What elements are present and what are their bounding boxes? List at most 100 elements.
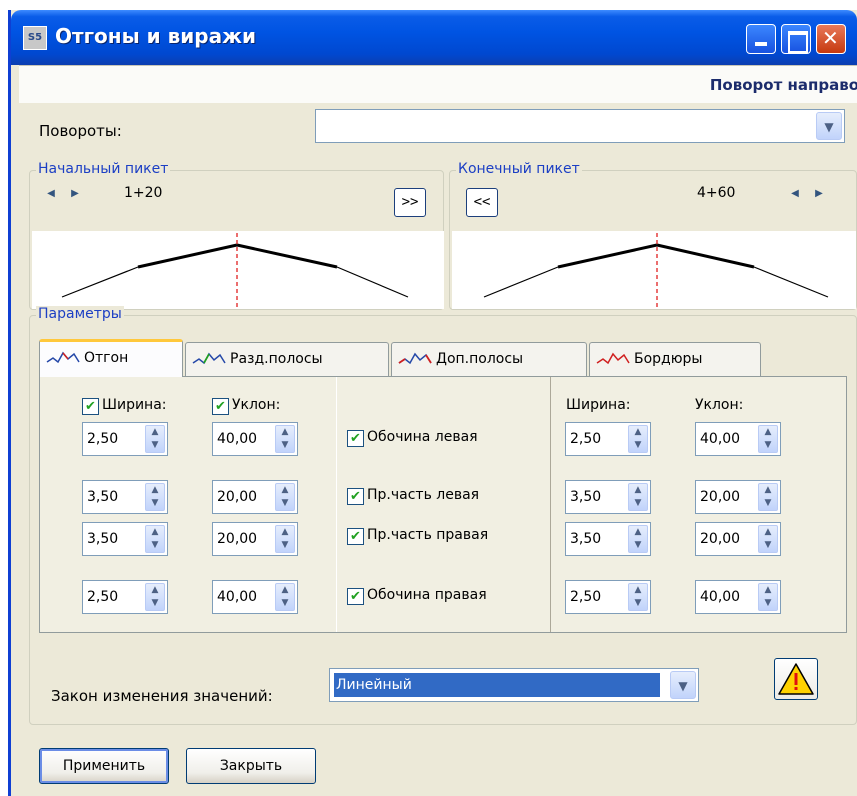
tab-label: Отгон	[84, 350, 129, 366]
updown-icon[interactable]: ▲ ▼	[275, 425, 295, 453]
left-width-field-2[interactable]: 3,50 ▲ ▼	[82, 480, 168, 514]
warning-button[interactable]	[774, 658, 818, 700]
right-shoulder-label: Обочина правая	[367, 587, 487, 603]
divider-strip-icon	[192, 352, 226, 365]
chevron-down-icon[interactable]: ▼	[816, 112, 842, 140]
updown-icon[interactable]: ▲ ▼	[628, 525, 648, 553]
jump-forward-button[interactable]: >>	[394, 188, 426, 217]
extra-lanes-icon	[398, 352, 432, 365]
updown-icon[interactable]: ▲ ▼	[758, 425, 778, 453]
arrow-right-icon[interactable]: ▶	[808, 183, 830, 205]
right-width-field-1[interactable]: 2,50 ▲ ▼	[565, 422, 651, 456]
left-shoulder-checkbox[interactable]: ✔	[347, 430, 364, 447]
slope-checkbox[interactable]: ✔	[212, 398, 229, 415]
close-button[interactable]: Закрыть	[186, 748, 316, 784]
updown-icon[interactable]: ▲ ▼	[758, 525, 778, 553]
tab-otgon[interactable]: Отгон	[39, 339, 183, 377]
left-slope-field-3[interactable]: 20,00 ▲ ▼	[212, 522, 298, 556]
tab-extra-lanes[interactable]: Доп.полосы	[391, 342, 587, 376]
updown-icon[interactable]: ▲ ▼	[145, 525, 165, 553]
elements-column: ✔ Обочина левая ✔ Пр.часть левая ✔ Пр.ча…	[337, 377, 550, 632]
end-picket-stepper[interactable]: ◀ ▶	[780, 183, 842, 207]
field-value: 3,50	[87, 531, 119, 547]
field-value: 2,50	[87, 589, 119, 605]
tab-label: Разд.полосы	[230, 351, 323, 367]
dialog-body: Поворот направо Повороты: ▼ Начальный пи…	[11, 65, 857, 796]
warning-icon	[778, 663, 814, 695]
arrow-right-icon[interactable]: ▶	[64, 183, 86, 205]
close-window-button[interactable]	[816, 24, 846, 54]
law-dropdown[interactable]: Линейный ▼	[329, 668, 699, 702]
left-carriageway-checkbox[interactable]: ✔	[347, 488, 364, 505]
updown-icon[interactable]: ▲ ▼	[758, 583, 778, 611]
updown-icon[interactable]: ▲ ▼	[628, 425, 648, 453]
start-picket-stepper[interactable]: ◀ ▶	[36, 183, 98, 207]
end-cross-profile	[452, 231, 856, 309]
tab-label: Доп.полосы	[436, 351, 524, 367]
field-value: 40,00	[700, 589, 741, 605]
field-value: 40,00	[217, 431, 258, 447]
right-slope-field-2[interactable]: 20,00 ▲ ▼	[695, 480, 781, 514]
arrow-left-icon[interactable]: ◀	[40, 183, 62, 205]
right-width-field-3[interactable]: 3,50 ▲ ▼	[565, 522, 651, 556]
end-picket-value: 4+60	[697, 185, 736, 201]
right-slope-field-1[interactable]: 40,00 ▲ ▼	[695, 422, 781, 456]
left-slope-field-1[interactable]: 40,00 ▲ ▼	[212, 422, 298, 456]
header-strip: Поворот направо	[19, 65, 857, 103]
left-slope-field-4[interactable]: 40,00 ▲ ▼	[212, 580, 298, 614]
curbs-icon	[596, 352, 630, 365]
field-value: 40,00	[700, 431, 741, 447]
jump-back-button[interactable]: <<	[466, 188, 498, 217]
field-value: 40,00	[217, 589, 258, 605]
left-slope-field-2[interactable]: 20,00 ▲ ▼	[212, 480, 298, 514]
right-slope-field-3[interactable]: 20,00 ▲ ▼	[695, 522, 781, 556]
updown-icon[interactable]: ▲ ▼	[628, 583, 648, 611]
right-shoulder-checkbox[interactable]: ✔	[347, 588, 364, 605]
slope-label: Уклон:	[695, 397, 744, 413]
maximize-button[interactable]	[781, 24, 811, 54]
left-shoulder-label: Обочина левая	[367, 429, 478, 445]
start-cross-profile	[32, 231, 444, 309]
updown-icon[interactable]: ▲ ▼	[145, 425, 165, 453]
start-picket-value: 1+20	[124, 185, 163, 201]
end-picket-group: Конечный пикет << 4+60 ◀ ▶	[449, 161, 857, 310]
arrow-left-icon[interactable]: ◀	[784, 183, 806, 205]
window-title: Отгоны и виражи	[55, 24, 257, 48]
tab-curbs[interactable]: Бордюры	[589, 342, 761, 376]
field-value: 20,00	[217, 531, 258, 547]
updown-icon[interactable]: ▲ ▼	[275, 483, 295, 511]
left-width-field-3[interactable]: 3,50 ▲ ▼	[82, 522, 168, 556]
updown-icon[interactable]: ▲ ▼	[145, 583, 165, 611]
chevron-down-icon[interactable]: ▼	[670, 671, 696, 699]
law-selected-value: Линейный	[333, 672, 661, 698]
otgon-icon	[46, 351, 80, 364]
cross-section-diagram	[61, 233, 409, 309]
field-value: 20,00	[700, 531, 741, 547]
updown-icon[interactable]: ▲ ▼	[628, 483, 648, 511]
width-checkbox[interactable]: ✔	[82, 398, 99, 415]
turn-direction-label: Поворот направо	[709, 76, 857, 94]
minimize-button[interactable]	[746, 24, 776, 54]
end-picket-title: Конечный пикет	[456, 161, 582, 177]
updown-icon[interactable]: ▲ ▼	[275, 525, 295, 553]
right-carriageway-checkbox[interactable]: ✔	[347, 528, 364, 545]
field-value: 3,50	[570, 489, 602, 505]
updown-icon[interactable]: ▲ ▼	[145, 483, 165, 511]
field-value: 20,00	[700, 489, 741, 505]
updown-icon[interactable]: ▲ ▼	[275, 583, 295, 611]
right-slope-field-4[interactable]: 40,00 ▲ ▼	[695, 580, 781, 614]
field-value: 2,50	[570, 431, 602, 447]
dialog-window: S5 Отгоны и виражи Поворот направо Повор…	[8, 10, 857, 796]
right-width-field-2[interactable]: 3,50 ▲ ▼	[565, 480, 651, 514]
apply-button[interactable]: Применить	[39, 748, 169, 784]
field-value: 20,00	[217, 489, 258, 505]
left-width-field-4[interactable]: 2,50 ▲ ▼	[82, 580, 168, 614]
updown-icon[interactable]: ▲ ▼	[758, 483, 778, 511]
tab-divider-strips[interactable]: Разд.полосы	[185, 342, 389, 376]
cross-section-diagram	[483, 233, 829, 309]
right-width-field-4[interactable]: 2,50 ▲ ▼	[565, 580, 651, 614]
title-bar[interactable]: S5 Отгоны и виражи	[11, 10, 857, 65]
law-label: Закон изменения значений:	[51, 687, 273, 705]
left-width-field-1[interactable]: 2,50 ▲ ▼	[82, 422, 168, 456]
turns-dropdown[interactable]: ▼	[315, 109, 845, 143]
